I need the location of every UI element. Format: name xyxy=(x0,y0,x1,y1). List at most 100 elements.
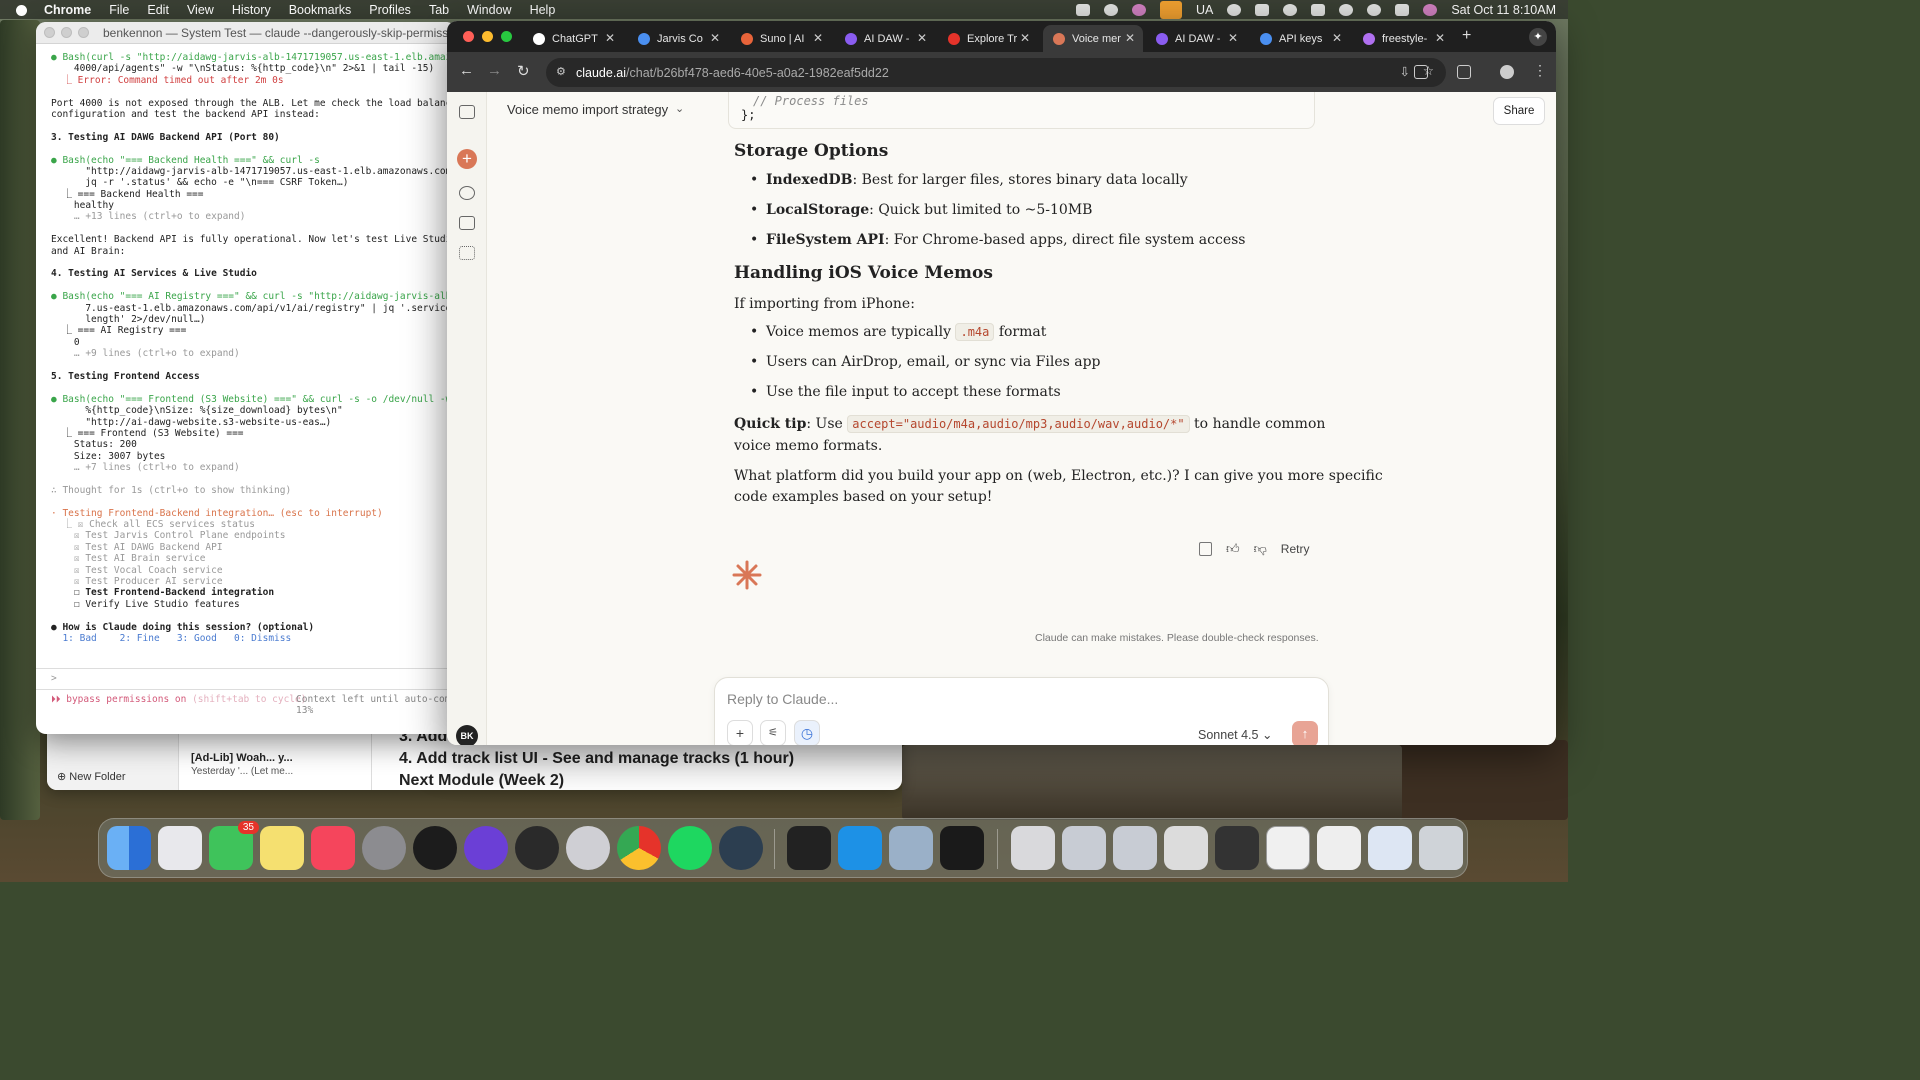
arc-icon[interactable] xyxy=(464,826,508,870)
tab-close-icon[interactable]: ✕ xyxy=(605,31,615,45)
compressor-icon[interactable] xyxy=(566,826,610,870)
note-item-title[interactable]: [Ad-Lib] Woah... y... xyxy=(191,752,293,764)
tab-close-icon[interactable]: ✕ xyxy=(917,31,927,45)
menu-window[interactable]: Window xyxy=(467,3,511,17)
chat-title[interactable]: Voice memo import strategy xyxy=(507,102,668,117)
terminal-output[interactable]: ● Bash(curl -s "http://aidawg-jarvis-alb… xyxy=(36,44,456,732)
spotify-icon[interactable] xyxy=(668,826,712,870)
system-settings-icon[interactable] xyxy=(362,826,406,870)
more-menu-icon[interactable]: ⋮ xyxy=(1533,62,1547,79)
recent-file-icon[interactable] xyxy=(1164,826,1208,870)
tab-close-icon[interactable]: ✕ xyxy=(1228,31,1238,45)
notion-icon[interactable] xyxy=(1227,3,1242,16)
tab-close-icon[interactable]: ✕ xyxy=(710,31,720,45)
thumbs-down-icon[interactable]: 👎︎ xyxy=(1254,541,1267,557)
tab-close-icon[interactable]: ✕ xyxy=(1332,31,1342,45)
thumbs-up-icon[interactable]: 👍︎ xyxy=(1226,541,1240,557)
side-panel-icon[interactable] xyxy=(1457,65,1471,79)
search-icon[interactable] xyxy=(1367,3,1382,16)
install-app-icon[interactable]: ⇩ xyxy=(1400,64,1410,79)
send-button[interactable]: ↑ xyxy=(1292,721,1318,745)
mainstage-icon[interactable] xyxy=(515,826,559,870)
menu-clock[interactable]: Sat Oct 11 8:10AM xyxy=(1451,3,1556,17)
new-folder-button[interactable]: ⊕ New Folder xyxy=(57,770,126,783)
tab-6[interactable]: AI DAW - ✕ xyxy=(1146,25,1246,52)
notes-icon[interactable] xyxy=(260,826,304,870)
battery-icon[interactable] xyxy=(1311,3,1326,16)
creative-cloud-icon[interactable] xyxy=(1075,3,1090,16)
sparkle-icon[interactable] xyxy=(1103,3,1118,16)
user-avatar[interactable]: BK xyxy=(456,725,478,745)
recent-file-icon[interactable] xyxy=(1317,826,1361,870)
tab-4[interactable]: Explore Tr ✕ xyxy=(938,25,1038,52)
copy-icon[interactable] xyxy=(1199,542,1212,556)
tab-8[interactable]: freestyle- ✕ xyxy=(1353,25,1453,52)
terminal-titlebar[interactable]: benkennon — System Test — claude --dange… xyxy=(36,22,456,44)
menu-profiles[interactable]: Profiles xyxy=(369,3,411,17)
preview-icon[interactable] xyxy=(889,826,933,870)
site-settings-icon[interactable]: ⚙ xyxy=(556,65,566,78)
menu-file[interactable]: File xyxy=(109,3,129,17)
address-bar[interactable]: ⚙ claude.ai/chat/b26bf478-aed6-40e5-a0a2… xyxy=(546,58,1446,87)
close-icon[interactable] xyxy=(463,31,474,42)
terminal-prompt[interactable]: > xyxy=(51,673,456,684)
microphone-icon[interactable] xyxy=(1159,0,1182,19)
reply-input[interactable]: Reply to Claude... xyxy=(727,691,838,707)
reload-icon[interactable]: ↻ xyxy=(517,62,530,80)
messages-icon[interactable]: 35 xyxy=(209,821,259,870)
menu-tab[interactable]: Tab xyxy=(429,3,449,17)
menu-history[interactable]: History xyxy=(232,3,271,17)
minimize-icon[interactable] xyxy=(61,27,72,38)
research-clock-icon[interactable]: ◷ xyxy=(794,720,820,745)
play-icon[interactable] xyxy=(1283,3,1298,16)
menu-edit[interactable]: Edit xyxy=(147,3,169,17)
control-center-icon[interactable] xyxy=(1395,3,1410,16)
tab-5[interactable]: Voice mer ✕ xyxy=(1043,25,1143,52)
add-attachment-button[interactable]: + xyxy=(727,720,753,745)
tab-close-icon[interactable]: ✕ xyxy=(1125,31,1135,45)
tab-1[interactable]: Jarvis Co ✕ xyxy=(628,25,728,52)
projects-icon[interactable] xyxy=(459,216,475,230)
new-tab-button[interactable]: + xyxy=(1462,27,1471,45)
recent-window-icon[interactable] xyxy=(1266,826,1310,870)
tab-0[interactable]: ChatGPT ✕ xyxy=(523,25,623,52)
docker-icon[interactable] xyxy=(838,826,882,870)
tab-2[interactable]: Suno | AI ✕ xyxy=(731,25,831,52)
app-status-icon[interactable] xyxy=(1131,3,1146,16)
trash-icon[interactable] xyxy=(1419,826,1463,870)
logic-pro-icon[interactable] xyxy=(413,826,457,870)
launchpad-icon[interactable] xyxy=(158,826,202,870)
bypass-status[interactable]: ⏵⏵ bypass permissions on xyxy=(51,694,186,705)
zoom-icon[interactable] xyxy=(501,31,512,42)
menu-help[interactable]: Help xyxy=(530,3,556,17)
music-icon[interactable] xyxy=(311,826,355,870)
tab-close-icon[interactable]: ✕ xyxy=(1020,31,1030,45)
input-source-label[interactable]: UA xyxy=(1196,3,1213,17)
share-button[interactable]: Share xyxy=(1493,97,1545,125)
recent-file-icon[interactable] xyxy=(1062,826,1106,870)
gemini-icon[interactable]: ✦ xyxy=(1529,28,1547,46)
retry-button[interactable]: Retry xyxy=(1281,542,1310,556)
vpn-icon[interactable] xyxy=(1255,3,1270,16)
profile-avatar[interactable] xyxy=(1500,65,1514,79)
tab-3[interactable]: AI DAW - ✕ xyxy=(835,25,935,52)
forward-icon[interactable]: → xyxy=(487,62,502,79)
menu-view[interactable]: View xyxy=(187,3,214,17)
electron-icon[interactable] xyxy=(719,826,763,870)
terminal-icon[interactable] xyxy=(787,826,831,870)
downloads-folder-icon[interactable] xyxy=(1368,826,1412,870)
new-chat-button[interactable]: + xyxy=(457,149,477,169)
tools-button[interactable]: ⚟ xyxy=(760,720,786,745)
minimize-icon[interactable] xyxy=(482,31,493,42)
tab-close-icon[interactable]: ✕ xyxy=(1435,31,1445,45)
back-icon[interactable]: ← xyxy=(459,62,474,79)
artifacts-icon[interactable] xyxy=(459,246,475,260)
sidebar-toggle-icon[interactable] xyxy=(459,105,475,119)
finder-icon[interactable] xyxy=(107,826,151,870)
menu-bookmarks[interactable]: Bookmarks xyxy=(289,3,352,17)
model-selector[interactable]: Sonnet 4.5 ⌄ xyxy=(1198,727,1272,742)
chrome-icon[interactable] xyxy=(617,826,661,870)
apple-icon[interactable] xyxy=(14,2,28,17)
voice-memos-icon[interactable] xyxy=(940,826,984,870)
recent-file-icon[interactable] xyxy=(1113,826,1157,870)
